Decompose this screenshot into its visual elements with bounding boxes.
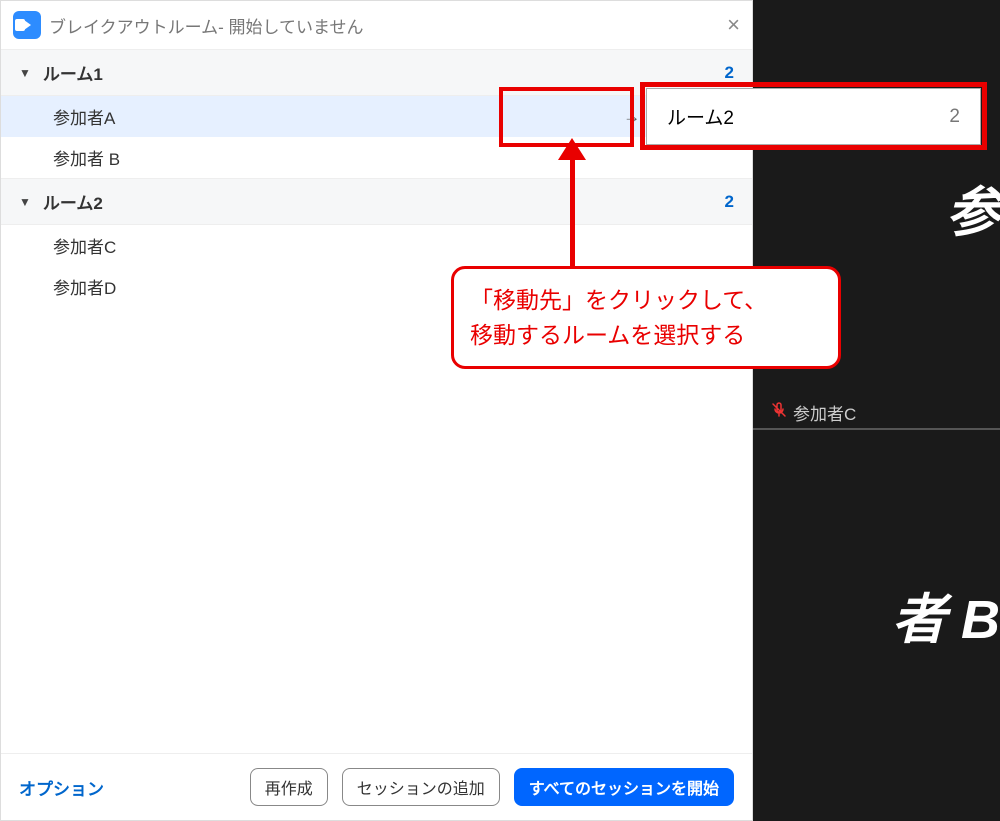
- breakout-dialog: ブレイクアウトルーム- 開始していません × ▼ ルーム1 2 参加者A →] …: [0, 0, 753, 821]
- annotation-arrow: [570, 147, 575, 267]
- participant-row[interactable]: 参加者A →] 移動先: [1, 96, 752, 137]
- zoom-icon: [13, 11, 41, 39]
- dialog-title: ブレイクアウトルーム- 開始していません: [49, 13, 364, 38]
- annotation-arrow-head: [558, 138, 586, 160]
- participant-label-text: 参加者C: [793, 400, 856, 425]
- add-session-button[interactable]: セッションの追加: [342, 768, 500, 806]
- participant-row[interactable]: 参加者C: [1, 225, 752, 266]
- participant-name: 参加者 B: [53, 145, 120, 170]
- room-name: ルーム2: [43, 189, 103, 214]
- video-divider: [753, 428, 1000, 430]
- annotation-callout: 「移動先」をクリックして、 移動するルームを選択する: [451, 266, 841, 369]
- participant-label: 参加者C: [771, 400, 856, 425]
- room-header-2[interactable]: ▼ ルーム2 2: [1, 178, 752, 225]
- recreate-button[interactable]: 再作成: [250, 768, 328, 806]
- chevron-down-icon: ▼: [19, 66, 31, 80]
- participant-name: 参加者C: [53, 233, 116, 258]
- room-count: 2: [725, 192, 734, 212]
- titlebar: ブレイクアウトルーム- 開始していません ×: [1, 1, 752, 49]
- room-name: ルーム1: [43, 60, 103, 85]
- start-all-button[interactable]: すべてのセッションを開始: [514, 768, 734, 806]
- chevron-down-icon: ▼: [19, 195, 31, 209]
- close-icon[interactable]: ×: [727, 12, 740, 38]
- dialog-footer: オプション 再作成 セッションの追加 すべてのセッションを開始: [1, 753, 752, 820]
- room-count: 2: [725, 63, 734, 83]
- room-header-1[interactable]: ▼ ルーム1 2: [1, 49, 752, 96]
- participant-name: 参加者A: [53, 104, 115, 129]
- rooms-list: ▼ ルーム1 2 参加者A →] 移動先 参加者 B ▼ ルーム2 2 参加者C…: [1, 49, 752, 753]
- callout-line2: 移動するルームを選択する: [470, 318, 822, 353]
- move-icon: →]: [623, 107, 645, 127]
- participant-row[interactable]: 参加者 B: [1, 137, 752, 178]
- video-tile-label-fragment: 参: [946, 168, 1000, 247]
- options-link[interactable]: オプション: [19, 775, 104, 800]
- popup-room-count: 2: [949, 106, 960, 128]
- move-to-popup: ルーム2 2: [646, 88, 981, 145]
- popup-room-option[interactable]: ルーム2: [667, 103, 734, 130]
- participant-name: 参加者D: [53, 274, 116, 299]
- video-tile-label-fragment: 者 B: [892, 575, 1000, 654]
- callout-line1: 「移動先」をクリックして、: [470, 283, 822, 318]
- mic-muted-icon: [771, 402, 787, 423]
